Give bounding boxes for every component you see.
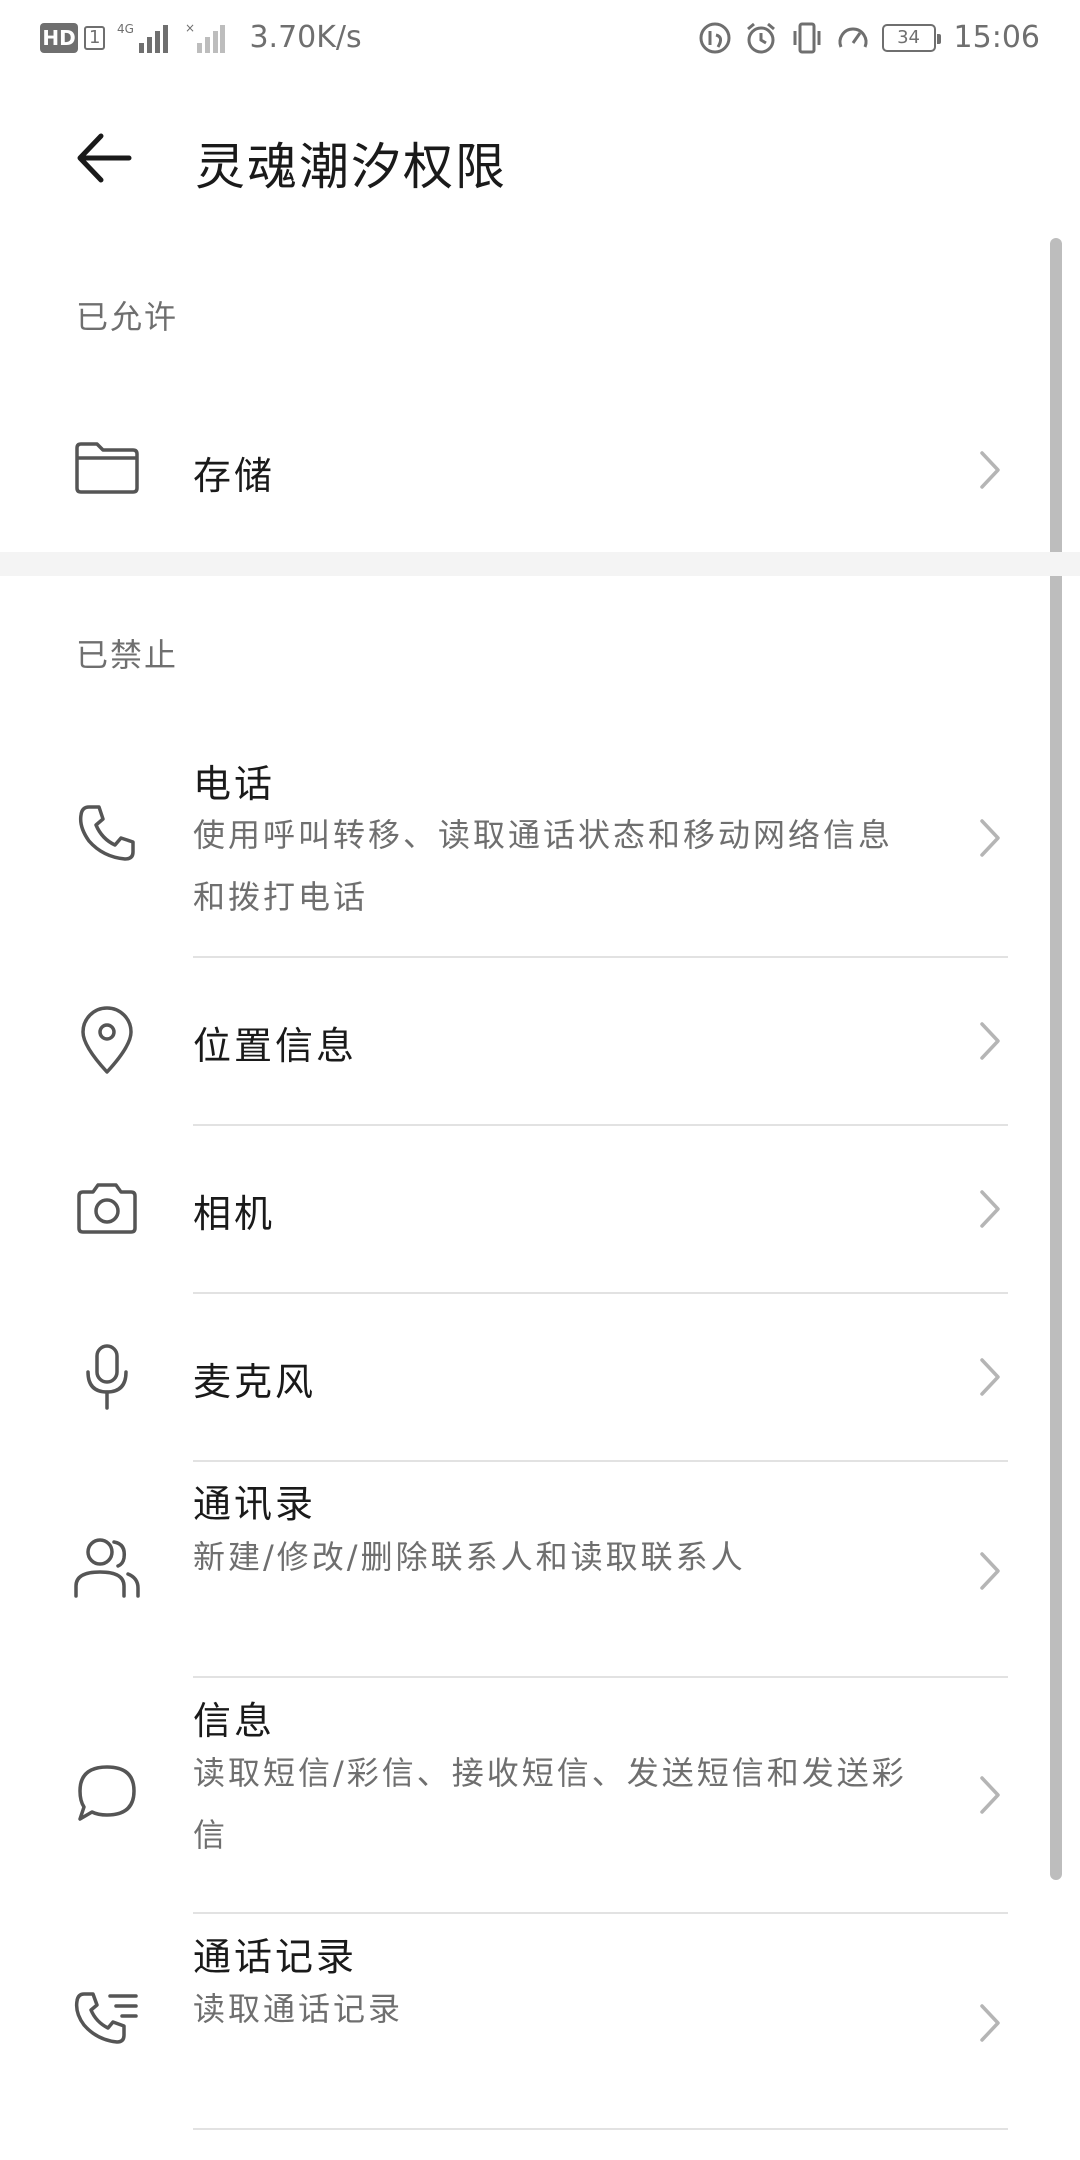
chevron-right-icon [970, 1352, 1010, 1402]
chevron-right-icon [970, 1184, 1010, 1234]
permission-item-call-log[interactable]: 通话记录 读取通话记录 [0, 1914, 1060, 2130]
permission-title: 信息 [193, 1699, 276, 1743]
permission-title: 存储 [193, 454, 276, 498]
location-pin-icon [72, 1006, 142, 1076]
microphone-icon [72, 1342, 142, 1412]
chevron-right-icon [970, 445, 1010, 495]
cellular-signal-icon: 4G [117, 21, 173, 55]
network-speed: 3.70K/s [249, 20, 362, 55]
phone-icon [72, 798, 142, 868]
chevron-right-icon [970, 1998, 1010, 2048]
permission-description: 读取短信/彩信、接收短信、发送短信和发送彩信 [193, 1754, 907, 1854]
sim-indicator: 1 [84, 25, 106, 50]
permission-item-location[interactable]: 位置信息 [0, 958, 1060, 1126]
permission-title: 相机 [193, 1192, 276, 1236]
section-header-denied: 已禁止 [76, 636, 179, 674]
permission-title: 电话 [193, 762, 276, 806]
permission-description: 读取通话记录 [193, 1990, 404, 2028]
permission-title: 麦克风 [193, 1360, 317, 1404]
data-saver-icon [698, 21, 732, 55]
permission-item-microphone[interactable]: 麦克风 [0, 1294, 1060, 1462]
alarm-icon [744, 21, 778, 55]
permission-title: 通话记录 [193, 1935, 358, 1979]
app-bar: 灵魂潮汐权限 [0, 75, 1080, 240]
permission-item-messages[interactable]: 信息 读取短信/彩信、接收短信、发送短信和发送彩信 [0, 1678, 1060, 1914]
permission-item-camera[interactable]: 相机 [0, 1126, 1060, 1294]
hd-volte-icon: HD [40, 22, 78, 53]
chevron-right-icon [970, 1546, 1010, 1596]
divider [193, 2128, 1008, 2130]
battery-level: 34 [897, 27, 920, 48]
permission-item-phone[interactable]: 电话 使用呼叫转移、读取通话状态和移动网络信息和拨打电话 [0, 740, 1060, 960]
clock: 15:06 [953, 20, 1040, 55]
back-button[interactable] [70, 123, 140, 193]
permission-description: 新建/修改/删除联系人和读取联系人 [193, 1538, 746, 1576]
camera-icon [72, 1174, 142, 1244]
battery-icon: 34 [881, 23, 941, 52]
permission-description: 使用呼叫转移、读取通话状态和移动网络信息和拨打电话 [193, 816, 894, 916]
permission-item-storage[interactable]: 存储 [0, 400, 1060, 540]
section-divider [0, 552, 1080, 576]
status-left: HD 1 4G × 3.70K/s [40, 20, 362, 55]
status-right: 34 15:06 [698, 20, 1040, 55]
permission-title: 通讯录 [193, 1482, 317, 1526]
back-arrow-icon [77, 133, 132, 183]
no-signal-icon: × [185, 21, 226, 55]
performance-mode-icon [836, 21, 870, 55]
message-icon [72, 1758, 142, 1828]
chevron-right-icon [970, 1770, 1010, 1820]
svg-text:×: × [185, 21, 195, 35]
vibrate-icon [790, 21, 824, 55]
permission-item-contacts[interactable]: 通讯录 新建/修改/删除联系人和读取联系人 [0, 1462, 1060, 1678]
status-bar: HD 1 4G × 3.70K/s 34 15:06 [0, 0, 1080, 75]
permission-title: 位置信息 [193, 1024, 358, 1068]
folder-icon [72, 433, 142, 503]
section-header-allowed: 已允许 [76, 298, 179, 336]
chevron-right-icon [970, 813, 1010, 863]
call-log-icon [72, 1986, 142, 2056]
network-type-label: 4G [117, 22, 134, 36]
page-title: 灵魂潮汐权限 [195, 138, 507, 196]
chevron-right-icon [970, 1016, 1010, 1066]
contacts-icon [72, 1532, 142, 1602]
